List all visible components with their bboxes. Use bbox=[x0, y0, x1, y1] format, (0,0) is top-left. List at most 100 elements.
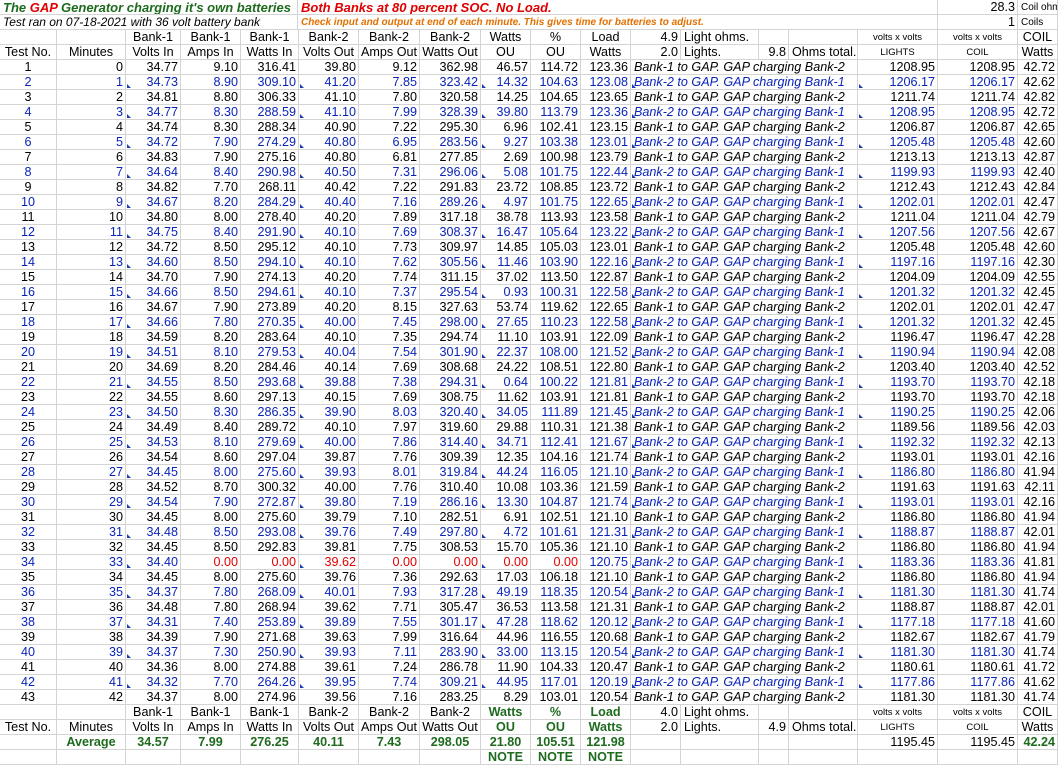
bank1-volts-in-cell[interactable]: 34.81 bbox=[126, 90, 181, 105]
lights-vxv-cell[interactable]: 1189.56 bbox=[858, 420, 938, 435]
bank1-amps-in-cell[interactable]: 8.50 bbox=[181, 285, 241, 300]
header-bank2-amps-out[interactable]: Amps Out bbox=[359, 720, 420, 735]
charging-mode-cell[interactable]: Bank-1 to GAP. GAP charging Bank-2 bbox=[631, 630, 858, 645]
watts-ou-cell[interactable]: 8.29 bbox=[481, 690, 531, 705]
bank1-amps-in-cell[interactable]: 8.60 bbox=[181, 390, 241, 405]
coil-vxv-cell[interactable]: 1205.48 bbox=[938, 135, 1018, 150]
bank2-volts-out-cell[interactable]: 39.56 bbox=[299, 690, 359, 705]
bank1-amps-in-cell[interactable]: 7.80 bbox=[181, 315, 241, 330]
charging-mode-cell[interactable]: Bank-1 to GAP. GAP charging Bank-2 bbox=[631, 90, 858, 105]
bank1-amps-in-cell[interactable]: 7.90 bbox=[181, 150, 241, 165]
minutes-cell[interactable]: 27 bbox=[57, 465, 126, 480]
load-watts-cell[interactable]: 121.31 bbox=[581, 600, 631, 615]
load-watts-cell[interactable]: 123.36 bbox=[581, 60, 631, 75]
bank2-amps-out-cell[interactable]: 7.76 bbox=[359, 450, 420, 465]
bank2-volts-out-cell[interactable]: 40.42 bbox=[299, 180, 359, 195]
bank2-watts-out-cell[interactable]: 305.47 bbox=[420, 600, 481, 615]
bank2-volts-out-cell[interactable]: 39.88 bbox=[299, 375, 359, 390]
minutes-cell[interactable]: 21 bbox=[57, 375, 126, 390]
watts-ou-cell[interactable]: 36.53 bbox=[481, 600, 531, 615]
coil-watts-cell[interactable]: 42.18 bbox=[1018, 375, 1058, 390]
load-watts-cell[interactable]: 121.10 bbox=[581, 570, 631, 585]
coil-watts-cell[interactable]: 42.60 bbox=[1018, 240, 1058, 255]
bank2-amps-out-cell[interactable]: 7.80 bbox=[359, 90, 420, 105]
note-bank2-watts-out[interactable] bbox=[420, 750, 481, 765]
note-light-value[interactable] bbox=[631, 750, 681, 765]
bank2-volts-out-cell[interactable]: 40.20 bbox=[299, 210, 359, 225]
percent-ou-cell[interactable]: 104.16 bbox=[531, 450, 581, 465]
test-no-cell[interactable]: 6 bbox=[0, 135, 57, 150]
bank2-watts-out-cell[interactable]: 308.53 bbox=[420, 540, 481, 555]
test-no-cell[interactable]: 23 bbox=[0, 390, 57, 405]
bank1-watts-in-cell[interactable]: 297.13 bbox=[241, 390, 299, 405]
minutes-cell[interactable]: 25 bbox=[57, 435, 126, 450]
bank2-watts-out-cell[interactable]: 323.42 bbox=[420, 75, 481, 90]
bank1-volts-in-cell[interactable]: 34.83 bbox=[126, 150, 181, 165]
test-no-cell[interactable]: 13 bbox=[0, 240, 57, 255]
watts-ou-cell[interactable]: 13.30 bbox=[481, 495, 531, 510]
minutes-cell[interactable]: 7 bbox=[57, 165, 126, 180]
average-lights-vxv[interactable]: 1195.45 bbox=[858, 735, 938, 750]
coil-vxv-cell[interactable]: 1211.74 bbox=[938, 90, 1018, 105]
bank2-watts-out-cell[interactable]: 301.90 bbox=[420, 345, 481, 360]
bank1-watts-in-cell[interactable]: 293.68 bbox=[241, 375, 299, 390]
coil-watts-cell[interactable]: 42.08 bbox=[1018, 345, 1058, 360]
header-load-watts[interactable]: Watts bbox=[581, 45, 631, 60]
coil-vxv-cell[interactable]: 1213.13 bbox=[938, 150, 1018, 165]
bank2-watts-out-cell[interactable]: 308.75 bbox=[420, 390, 481, 405]
bank2-volts-out-cell[interactable]: 40.10 bbox=[299, 225, 359, 240]
header-load-watts[interactable]: Load bbox=[581, 705, 631, 720]
watts-ou-cell[interactable]: 4.97 bbox=[481, 195, 531, 210]
charging-mode-cell[interactable]: Bank-2 to GAP. GAP charging Bank-1 bbox=[631, 375, 858, 390]
average-ohms-label[interactable] bbox=[789, 735, 858, 750]
percent-ou-cell[interactable]: 108.00 bbox=[531, 345, 581, 360]
coil-watts-cell[interactable]: 41.74 bbox=[1018, 645, 1058, 660]
bank1-watts-in-cell[interactable]: 275.16 bbox=[241, 150, 299, 165]
coil-vxv-cell[interactable]: 1208.95 bbox=[938, 60, 1018, 75]
coil-watts-cell[interactable]: 42.79 bbox=[1018, 210, 1058, 225]
header-watts-ou[interactable]: Watts bbox=[481, 30, 531, 45]
bank1-amps-in-cell[interactable]: 7.70 bbox=[181, 180, 241, 195]
test-no-cell[interactable]: 41 bbox=[0, 660, 57, 675]
average-watts-ou[interactable]: 21.80 bbox=[481, 735, 531, 750]
bank1-volts-in-cell[interactable]: 34.74 bbox=[126, 120, 181, 135]
bank1-watts-in-cell[interactable]: 0.00 bbox=[241, 555, 299, 570]
coil-vxv-cell[interactable]: 1201.32 bbox=[938, 315, 1018, 330]
bank1-amps-in-cell[interactable]: 8.40 bbox=[181, 225, 241, 240]
bank1-watts-in-cell[interactable]: 278.40 bbox=[241, 210, 299, 225]
test-no-cell[interactable]: 36 bbox=[0, 585, 57, 600]
note-ohms-value[interactable] bbox=[759, 750, 789, 765]
percent-ou-cell[interactable]: 119.62 bbox=[531, 300, 581, 315]
load-watts-cell[interactable]: 120.54 bbox=[581, 690, 631, 705]
average-ohms-value[interactable] bbox=[759, 735, 789, 750]
bank1-volts-in-cell[interactable]: 34.80 bbox=[126, 210, 181, 225]
load-watts-cell[interactable]: 121.45 bbox=[581, 405, 631, 420]
watts-ou-cell[interactable]: 11.62 bbox=[481, 390, 531, 405]
header-bank1-watts-in[interactable]: Watts In bbox=[241, 720, 299, 735]
bank1-volts-in-cell[interactable]: 34.67 bbox=[126, 300, 181, 315]
watts-ou-cell[interactable]: 38.78 bbox=[481, 210, 531, 225]
header-bank1-amps-in[interactable]: Bank-1 bbox=[181, 705, 241, 720]
watts-ou-cell[interactable]: 39.80 bbox=[481, 105, 531, 120]
bank1-watts-in-cell[interactable]: 275.60 bbox=[241, 510, 299, 525]
coil-watts-cell[interactable]: 42.60 bbox=[1018, 135, 1058, 150]
header-light-label[interactable]: Lights. bbox=[681, 720, 759, 735]
test-no-cell[interactable]: 38 bbox=[0, 615, 57, 630]
percent-ou-cell[interactable]: 110.31 bbox=[531, 420, 581, 435]
lights-vxv-cell[interactable]: 1192.32 bbox=[858, 435, 938, 450]
header-coil-watts[interactable]: COIL bbox=[1018, 30, 1058, 45]
lights-vxv-cell[interactable]: 1206.17 bbox=[858, 75, 938, 90]
bank2-watts-out-cell[interactable]: 294.74 bbox=[420, 330, 481, 345]
watts-ou-cell[interactable]: 47.28 bbox=[481, 615, 531, 630]
test-no-cell[interactable]: 35 bbox=[0, 570, 57, 585]
bank1-watts-in-cell[interactable]: 264.26 bbox=[241, 675, 299, 690]
load-watts-cell[interactable]: 121.59 bbox=[581, 480, 631, 495]
charging-mode-cell[interactable]: Bank-1 to GAP. GAP charging Bank-2 bbox=[631, 390, 858, 405]
header-percent-ou[interactable]: OU bbox=[531, 45, 581, 60]
bank1-amps-in-cell[interactable]: 0.00 bbox=[181, 555, 241, 570]
test-no-cell[interactable]: 24 bbox=[0, 405, 57, 420]
header-lights-vxv[interactable]: LIGHTS bbox=[858, 720, 938, 735]
charging-mode-cell[interactable]: Bank-2 to GAP. GAP charging Bank-1 bbox=[631, 195, 858, 210]
percent-ou-cell[interactable]: 101.61 bbox=[531, 525, 581, 540]
bank1-volts-in-cell[interactable]: 34.77 bbox=[126, 60, 181, 75]
